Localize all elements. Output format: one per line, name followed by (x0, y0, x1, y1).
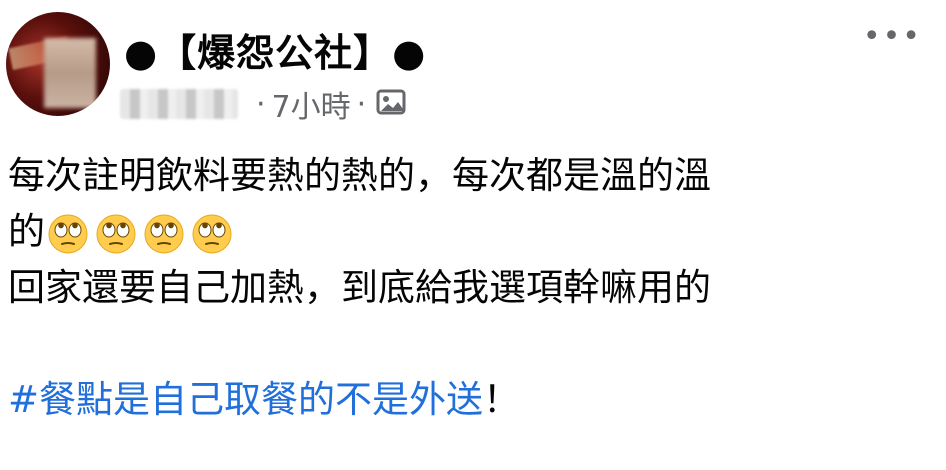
meta-separator: · (256, 86, 266, 122)
post-body: 每次註明飲料要熱的熱的，每次都是溫的溫 的 回家還要自己加熱，到底給我選項幹嘛用… (8, 148, 908, 428)
post-text-line: 回家還要自己加熱，到底給我選項幹嘛用的 (8, 266, 711, 309)
photo-icon[interactable] (376, 88, 406, 120)
facebook-post: ●【爆怨公社】● ••• · 7小時 · 每次註明飲料要熱的熱的，每次都是溫的溫… (0, 0, 946, 470)
post-meta: · 7小時 · (120, 82, 406, 126)
rolling-eyes-emoji-icon (144, 214, 184, 253)
avatar-blurred-face (44, 38, 96, 108)
hashtag-line: #餐點是自己取餐的不是外送！ (8, 372, 908, 428)
post-text-line: 的 (8, 204, 908, 260)
hashtag-suffix: ！ (483, 378, 521, 421)
meta-separator: · (356, 86, 367, 122)
post-timestamp[interactable]: 7小時 (272, 82, 351, 126)
hashtag-link[interactable]: #餐點是自己取餐的不是外送 (8, 378, 483, 421)
blurred-author-name (120, 89, 238, 119)
emoji-group (47, 213, 233, 255)
rolling-eyes-emoji-icon (96, 214, 136, 253)
post-text-line: 每次註明飲料要熱的熱的，每次都是溫的溫 (8, 154, 711, 197)
page-name-link[interactable]: ●【爆怨公社】● (124, 22, 426, 77)
rolling-eyes-emoji-icon (48, 214, 88, 253)
rolling-eyes-emoji-icon (192, 214, 232, 253)
page-avatar[interactable] (6, 12, 110, 116)
more-options-button[interactable]: ••• (863, 22, 922, 52)
post-text-fragment: 的 (8, 210, 45, 253)
